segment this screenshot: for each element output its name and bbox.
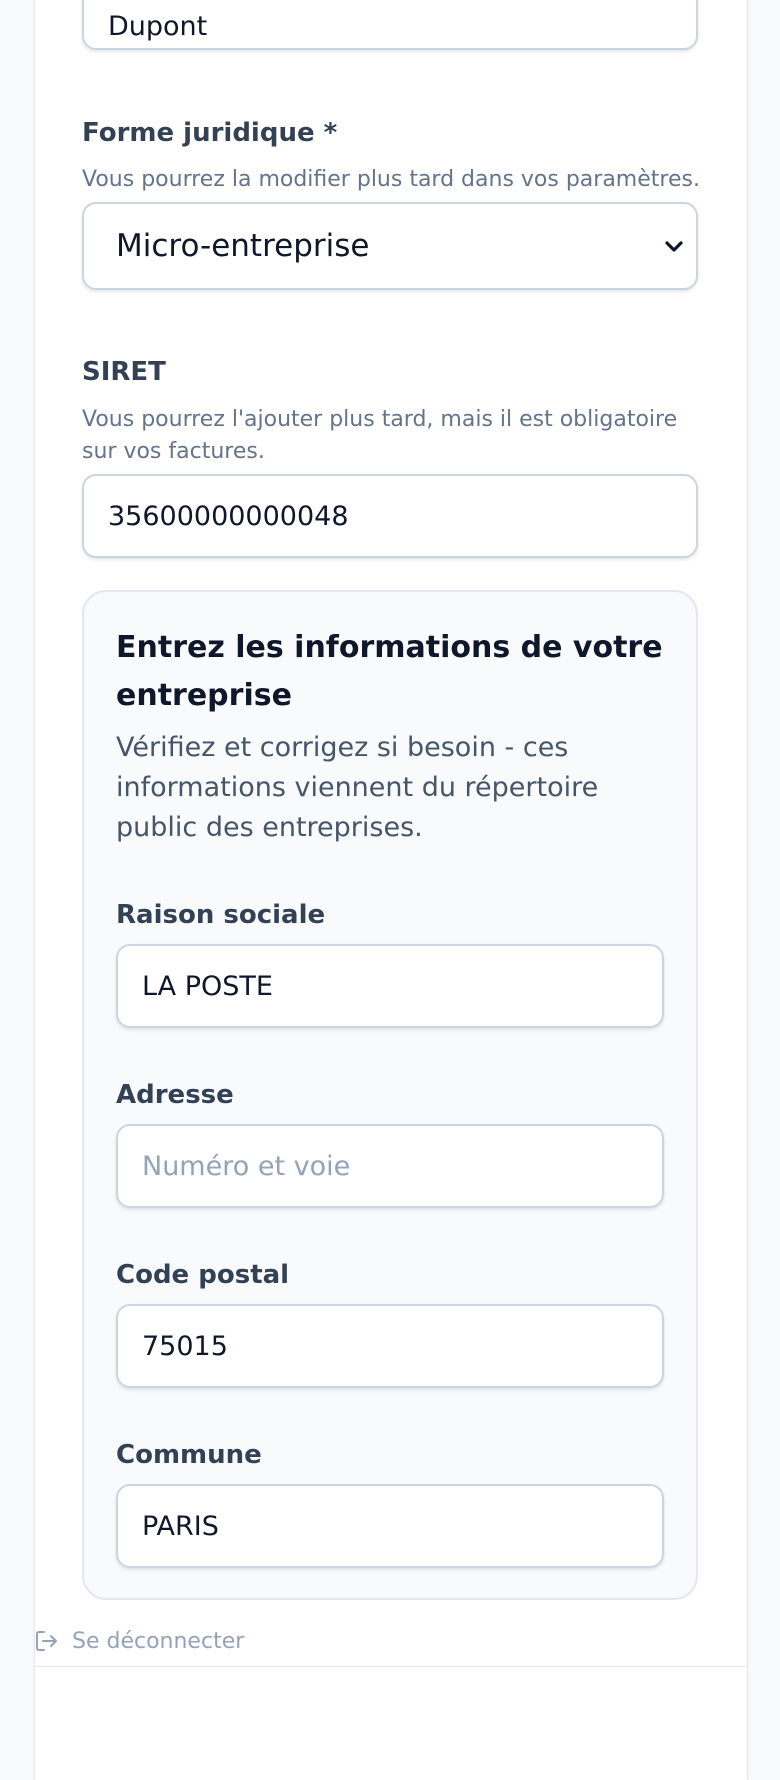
logout-label: Se déconnecter (72, 1628, 245, 1654)
adresse-label: Adresse (116, 1080, 234, 1110)
raison-sociale-input-value: LA POSTE (142, 970, 273, 1002)
raison-sociale-label: Raison sociale (116, 900, 326, 930)
siret-input-value: 35600000000048 (108, 500, 349, 532)
company-info-description: Vérifiez et corrigez si besoin - ces inf… (116, 732, 599, 843)
adresse-input-placeholder: Numéro et voie (142, 1150, 351, 1182)
nom-input[interactable]: Dupont (82, 0, 698, 50)
chevron-down-icon (665, 241, 683, 252)
forme-juridique-select[interactable]: Micro-entreprise (82, 202, 698, 290)
siret-label: SIRET (82, 357, 166, 387)
adresse-input[interactable]: Numéro et voie (116, 1124, 664, 1208)
forme-juridique-selected: Micro-entreprise (116, 228, 370, 264)
siret-input[interactable]: 35600000000048 (82, 474, 698, 558)
logout-link[interactable]: Se déconnecter (34, 1628, 244, 1654)
nom-input-value: Dupont (108, 10, 208, 42)
divider (34, 1666, 746, 1667)
siret-help: Vous pourrez l'ajouter plus tard, mais i… (82, 407, 678, 464)
raison-sociale-input[interactable]: LA POSTE (116, 944, 664, 1028)
code-postal-input-value: 75015 (142, 1330, 228, 1362)
logout-icon (36, 1631, 57, 1651)
commune-input-value: PARIS (142, 1510, 219, 1542)
forme-juridique-label: Forme juridique * (82, 118, 338, 148)
forme-juridique-help: Vous pourrez la modifier plus tard dans … (82, 167, 700, 192)
commune-input[interactable]: PARIS (116, 1484, 664, 1568)
commune-label: Commune (116, 1440, 262, 1470)
code-postal-label: Code postal (116, 1260, 290, 1290)
code-postal-input[interactable]: 75015 (116, 1304, 664, 1388)
company-info-title: Entrez les informations de votre entrepr… (116, 630, 663, 713)
